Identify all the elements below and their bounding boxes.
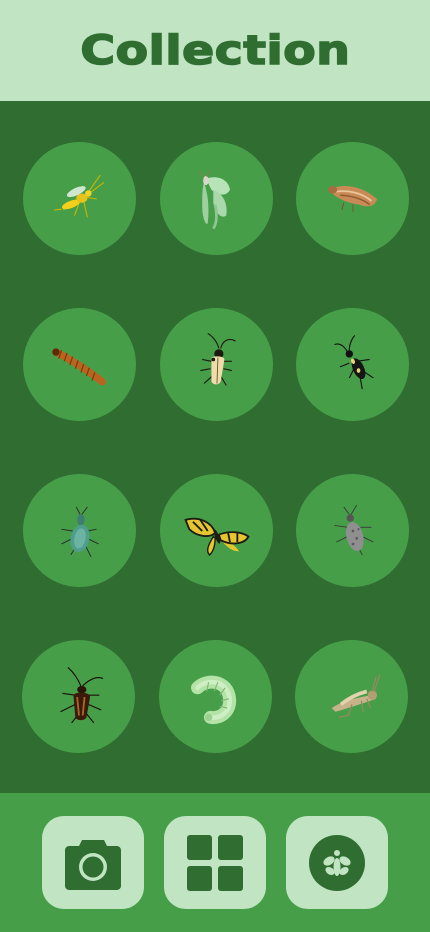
camera-icon — [65, 839, 121, 890]
grasshopper-icon — [331, 674, 380, 718]
brown-moth-icon — [327, 185, 377, 212]
identify-bug-button[interactable] — [286, 816, 388, 909]
mealworm-icon — [51, 347, 106, 385]
bark-beetle-icon — [333, 504, 374, 555]
collection-item-black-beetle[interactable] — [296, 308, 409, 421]
collection-item-swallowtail-butterfly[interactable] — [160, 474, 273, 587]
collection-item-mealworm[interactable] — [23, 308, 136, 421]
collection-grid — [0, 101, 430, 793]
collection-item-weevil[interactable] — [23, 474, 136, 587]
luna-moth-icon — [197, 169, 230, 229]
weevil-icon — [60, 506, 99, 557]
collection-item-hornworm-caterpillar[interactable] — [159, 640, 272, 753]
collection-item-bark-beetle[interactable] — [296, 474, 409, 587]
collection-item-longhorn-beetle[interactable] — [160, 308, 273, 421]
collection-item-wasp[interactable] — [23, 142, 136, 255]
hornworm-caterpillar-icon — [190, 675, 236, 724]
header: Collection — [0, 0, 430, 101]
wasp-icon — [53, 174, 104, 218]
cockroach-beetle-icon — [59, 666, 103, 723]
collection-item-grasshopper[interactable] — [295, 640, 408, 753]
black-beetle-icon — [333, 334, 374, 389]
swallowtail-butterfly-icon — [183, 517, 250, 556]
bottom-nav — [0, 793, 430, 932]
collection-item-cockroach-beetle[interactable] — [22, 640, 135, 753]
bug-icon — [309, 834, 365, 891]
collection-button[interactable] — [164, 816, 266, 909]
page-title: Collection — [79, 27, 351, 75]
collection-item-luna-moth[interactable] — [160, 142, 273, 255]
longhorn-beetle-icon — [199, 332, 236, 386]
collection-item-brown-moth[interactable] — [296, 142, 409, 255]
grid-icon — [187, 834, 243, 891]
camera-button[interactable] — [42, 816, 144, 909]
